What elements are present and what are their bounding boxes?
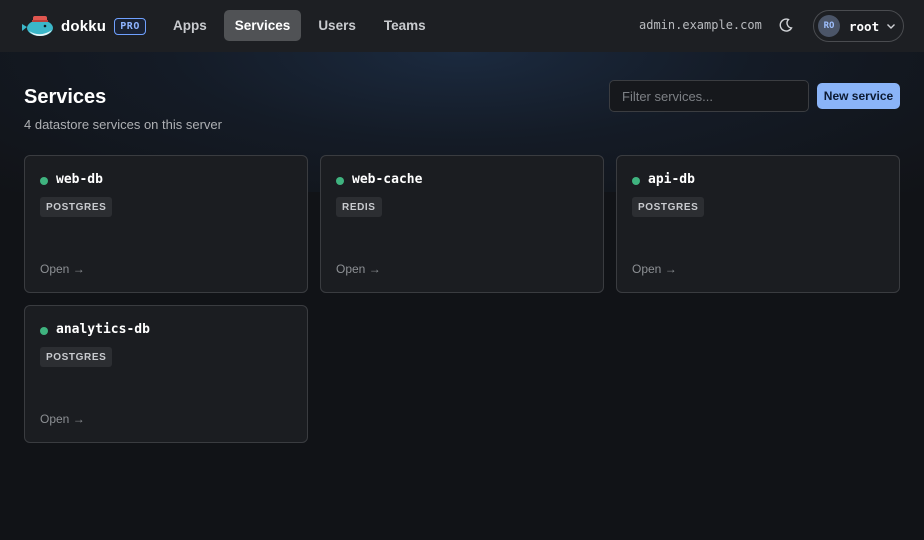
- brand[interactable]: dokku PRO: [20, 14, 147, 38]
- service-card[interactable]: web-cache REDIS Open →: [320, 155, 604, 293]
- filter-services-input[interactable]: [609, 80, 809, 112]
- nav-item-apps[interactable]: Apps: [162, 10, 218, 41]
- dokku-whale-logo-icon: [22, 16, 53, 36]
- service-type-badge: POSTGRES: [632, 197, 705, 217]
- service-type-badge: POSTGRES: [40, 347, 113, 367]
- open-link[interactable]: Open →: [40, 412, 85, 426]
- nav-item-users[interactable]: Users: [307, 10, 367, 41]
- moon-icon[interactable]: [779, 18, 793, 32]
- open-link[interactable]: Open →: [336, 262, 381, 276]
- open-link[interactable]: Open →: [632, 262, 677, 276]
- service-type-badge: REDIS: [336, 197, 382, 217]
- service-name: web-cache: [352, 172, 423, 187]
- open-link[interactable]: Open →: [40, 262, 85, 276]
- top-navbar: dokku PRO Apps Services Users Teams admi…: [0, 0, 924, 52]
- service-card[interactable]: analytics-db POSTGRES Open →: [24, 305, 308, 443]
- new-service-button[interactable]: New service: [817, 83, 900, 109]
- page-subtitle: 4 datastore services on this server: [24, 117, 222, 132]
- service-name: api-db: [648, 172, 695, 187]
- nav-item-services[interactable]: Services: [223, 10, 302, 41]
- page-title: Services: [24, 86, 107, 108]
- service-type-badge: POSTGRES: [40, 197, 113, 217]
- user-menu-button[interactable]: RO root: [813, 10, 904, 42]
- status-dot: [632, 177, 640, 185]
- service-name: analytics-db: [56, 322, 150, 337]
- brand-name: dokku: [61, 17, 107, 35]
- server-host: admin.example.com: [639, 18, 762, 32]
- status-dot: [336, 177, 344, 185]
- status-dot: [40, 177, 48, 185]
- user-name: root: [849, 18, 880, 34]
- service-card[interactable]: api-db POSTGRES Open →: [616, 155, 900, 293]
- main-nav: Apps Services Users Teams: [162, 10, 437, 41]
- nav-item-teams[interactable]: Teams: [373, 10, 437, 41]
- service-card[interactable]: web-db POSTGRES Open →: [24, 155, 308, 293]
- status-dot: [40, 327, 48, 335]
- service-name: web-db: [56, 172, 103, 187]
- pro-badge: PRO: [114, 17, 147, 35]
- chevron-down-icon: [887, 24, 896, 29]
- avatar: RO: [818, 15, 840, 37]
